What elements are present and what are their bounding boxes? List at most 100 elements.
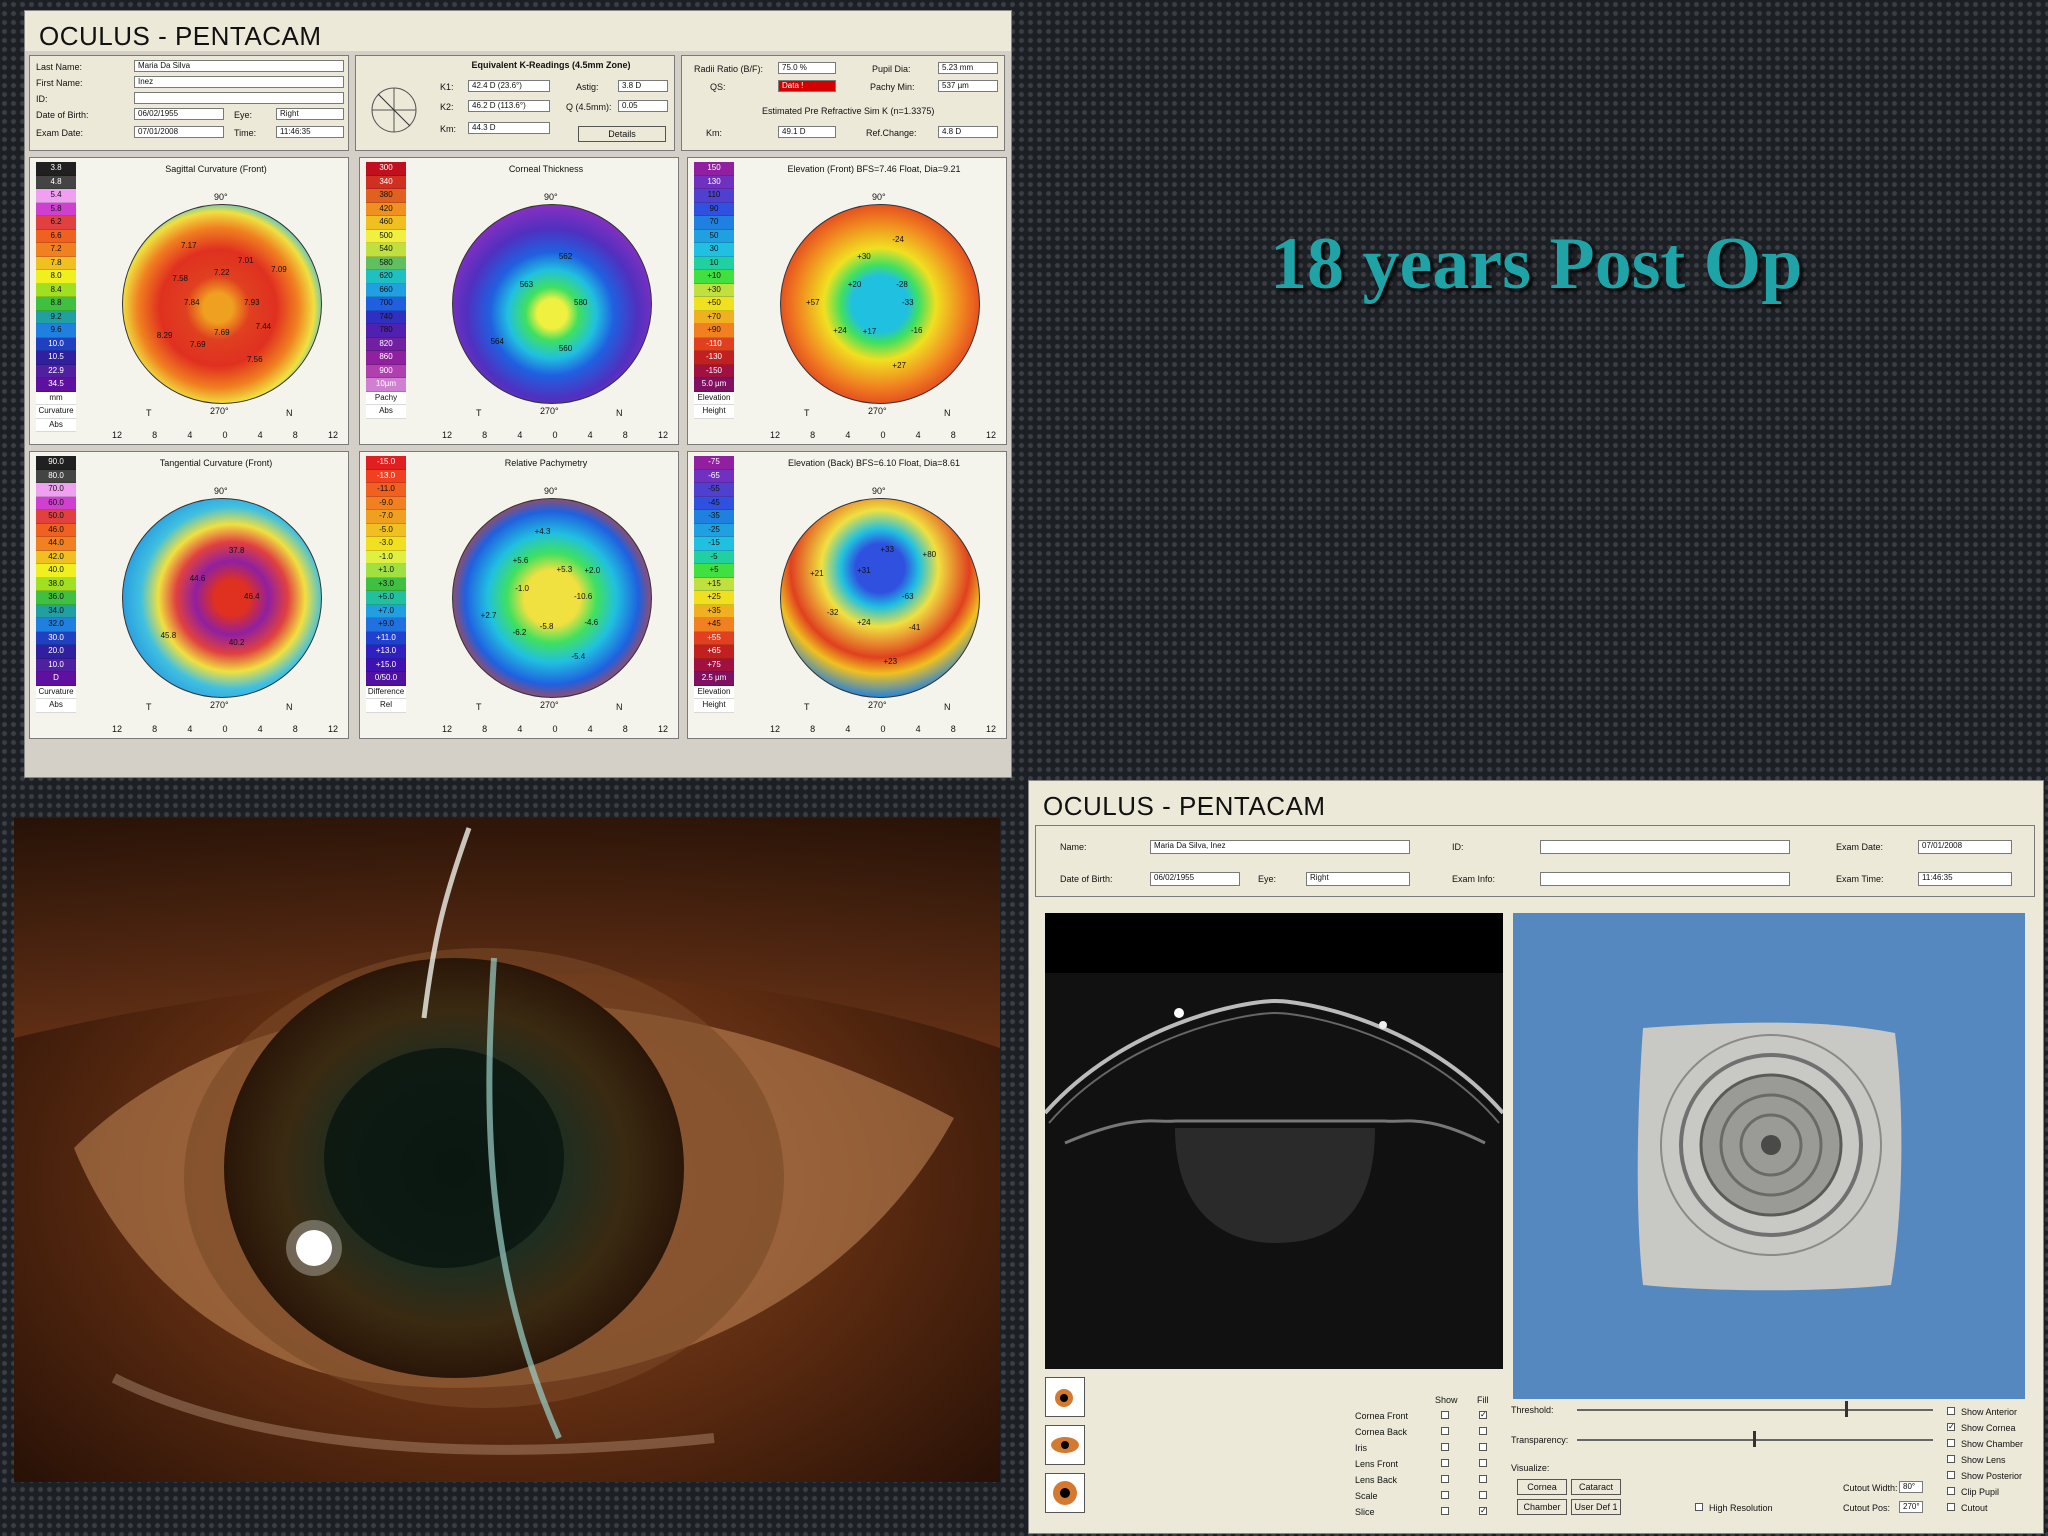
layer-show-checkbox[interactable] (1441, 1491, 1449, 1499)
layer-show-checkbox[interactable] (1441, 1411, 1449, 1419)
scale-value: 80.0 (36, 469, 76, 483)
option-checkbox[interactable] (1947, 1407, 1955, 1415)
topography-disc[interactable] (452, 204, 652, 404)
topography-map-6[interactable]: Elevation (Back) BFS=6.10 Float, Dia=8.6… (687, 451, 1007, 739)
exam-date-field[interactable]: 07/01/2008 (134, 126, 224, 138)
option-checkbox[interactable]: ✓ (1947, 1423, 1955, 1431)
scale-value: 110 (694, 189, 734, 203)
ref-change-label: Ref.Change: (866, 128, 917, 138)
scale-value: -7.0 (366, 510, 406, 524)
scale-value: +5.0 (366, 591, 406, 605)
cutout-width-field[interactable]: 80° (1899, 1481, 1923, 1493)
orient-bottom-label: 270° (868, 700, 887, 710)
q-field[interactable]: 0.05 (618, 100, 668, 112)
layer-fill-checkbox[interactable] (1479, 1475, 1487, 1483)
topography-map-1[interactable]: Sagittal Curvature (Front) 3.8 4.8 5.4 5.8 6.… (29, 157, 349, 445)
3d-cornea-view[interactable] (1513, 913, 2025, 1399)
dob-field[interactable]: 06/02/1955 (134, 108, 224, 120)
exam-date-field-3d[interactable]: 07/01/2008 (1918, 840, 2012, 854)
option-checkbox[interactable] (1947, 1439, 1955, 1447)
topography-map-4[interactable]: Tangential Curvature (Front) 90.0 80.0 70.0… (29, 451, 349, 739)
view-thumb-3[interactable] (1045, 1473, 1085, 1513)
topography-disc[interactable] (122, 204, 322, 404)
exam-info-field[interactable] (1540, 872, 1790, 886)
km-field[interactable]: 44.3 D (468, 122, 550, 134)
exam-time-field[interactable]: 11:46:35 (1918, 872, 2012, 886)
axis-tick: 8 (482, 430, 488, 440)
option-label: Show Posterior (1961, 1471, 2023, 1481)
threshold-thumb[interactable] (1845, 1401, 1848, 1417)
topography-map-2[interactable]: Corneal Thickness 300 340 380 420 460 500 540 58… (359, 157, 679, 445)
scale-value: 10 (694, 256, 734, 270)
layer-show-checkbox[interactable] (1441, 1507, 1449, 1515)
time-field[interactable]: 11:46:35 (276, 126, 344, 138)
view-thumb-1[interactable] (1045, 1377, 1085, 1417)
option-checkbox[interactable] (1947, 1471, 1955, 1479)
map-value: 564 (490, 336, 504, 346)
cornea-button[interactable]: Cornea (1517, 1479, 1567, 1495)
details-button[interactable]: Details (578, 126, 666, 142)
id-field-3d[interactable] (1540, 840, 1790, 854)
layer-show-checkbox[interactable] (1441, 1443, 1449, 1451)
map-value: 7.22 (214, 268, 230, 277)
layer-show-checkbox[interactable] (1441, 1427, 1449, 1435)
topography-disc[interactable] (122, 498, 322, 698)
cataract-button[interactable]: Cataract (1571, 1479, 1621, 1495)
scale-value: 300 (366, 162, 406, 176)
k1-field[interactable]: 42.4 D (23.6°) (468, 80, 550, 92)
scale-value: 0/50.0 (366, 672, 406, 686)
map-value: +80 (922, 549, 937, 559)
dob-field-3d[interactable]: 06/02/1955 (1150, 872, 1240, 886)
axis-tick: 8 (622, 724, 628, 734)
scale-value: 9.2 (36, 310, 76, 324)
pupil-dia-field[interactable]: 5.23 mm (938, 62, 998, 74)
layer-fill-checkbox[interactable] (1479, 1443, 1487, 1451)
cutout-pos-field[interactable]: 270° (1899, 1501, 1923, 1513)
threshold-slider[interactable] (1577, 1409, 1933, 1411)
qs-status-field[interactable]: Data ! (778, 80, 836, 92)
scale-value: 70 (694, 216, 734, 230)
high-resolution-checkbox[interactable] (1695, 1503, 1703, 1511)
last-name-field[interactable]: Maria Da Silva (134, 60, 344, 72)
id-field[interactable] (134, 92, 344, 104)
option-checkbox[interactable] (1947, 1455, 1955, 1463)
layer-fill-checkbox[interactable]: ✓ (1479, 1411, 1487, 1419)
topography-map-3[interactable]: Elevation (Front) BFS=7.46 Float, Dia=9.… (687, 157, 1007, 445)
transparency-thumb[interactable] (1753, 1431, 1756, 1447)
layer-show-checkbox[interactable] (1441, 1475, 1449, 1483)
option-checkbox[interactable] (1947, 1503, 1955, 1511)
scale-value: 34.5 (36, 378, 76, 392)
layer-fill-checkbox[interactable] (1479, 1459, 1487, 1467)
layer-show-checkbox[interactable] (1441, 1459, 1449, 1467)
scale-value: 660 (366, 283, 406, 297)
topography-disc[interactable] (452, 498, 652, 698)
topography-map-5[interactable]: Relative Pachymetry -15.0 -13.0 -11.0 -9.0 -7… (359, 451, 679, 739)
scale-value: +70 (694, 310, 734, 324)
scale-value: 10.0 (36, 658, 76, 672)
scale-value: +10 (694, 270, 734, 284)
eye-field-3d[interactable]: Right (1306, 872, 1410, 886)
topography-disc[interactable] (780, 498, 980, 698)
ref-change-field[interactable]: 4.8 D (938, 126, 998, 138)
layer-fill-checkbox[interactable] (1479, 1427, 1487, 1435)
first-name-field[interactable]: Inez (134, 76, 344, 88)
est-km-field[interactable]: 49.1 D (778, 126, 836, 138)
eye-field[interactable]: Right (276, 108, 344, 120)
radii-ratio-field[interactable]: 75.0 % (778, 62, 836, 74)
user-def-button[interactable]: User Def 1 (1571, 1499, 1621, 1515)
view-thumb-2[interactable] (1045, 1425, 1085, 1465)
pachy-min-field[interactable]: 537 µm (938, 80, 998, 92)
option-checkbox[interactable] (1947, 1487, 1955, 1495)
name-field[interactable]: Maria Da Silva, Inez (1150, 840, 1410, 854)
layer-fill-checkbox[interactable] (1479, 1491, 1487, 1499)
map-axis: 12 8 4 0 4 8 12 (770, 724, 996, 736)
astig-field[interactable]: 3.8 D (618, 80, 668, 92)
chamber-button[interactable]: Chamber (1517, 1499, 1567, 1515)
scale-value: 3.8 (36, 162, 76, 176)
scale-value: 150 (694, 162, 734, 176)
orient-right-label: N (616, 702, 623, 712)
k2-field[interactable]: 46.2 D (113.6°) (468, 100, 550, 112)
exam-info-label: Exam Info: (1452, 874, 1496, 884)
est-title: Estimated Pre Refractive Sim K (n=1.3375… (762, 106, 935, 116)
layer-fill-checkbox[interactable]: ✓ (1479, 1507, 1487, 1515)
